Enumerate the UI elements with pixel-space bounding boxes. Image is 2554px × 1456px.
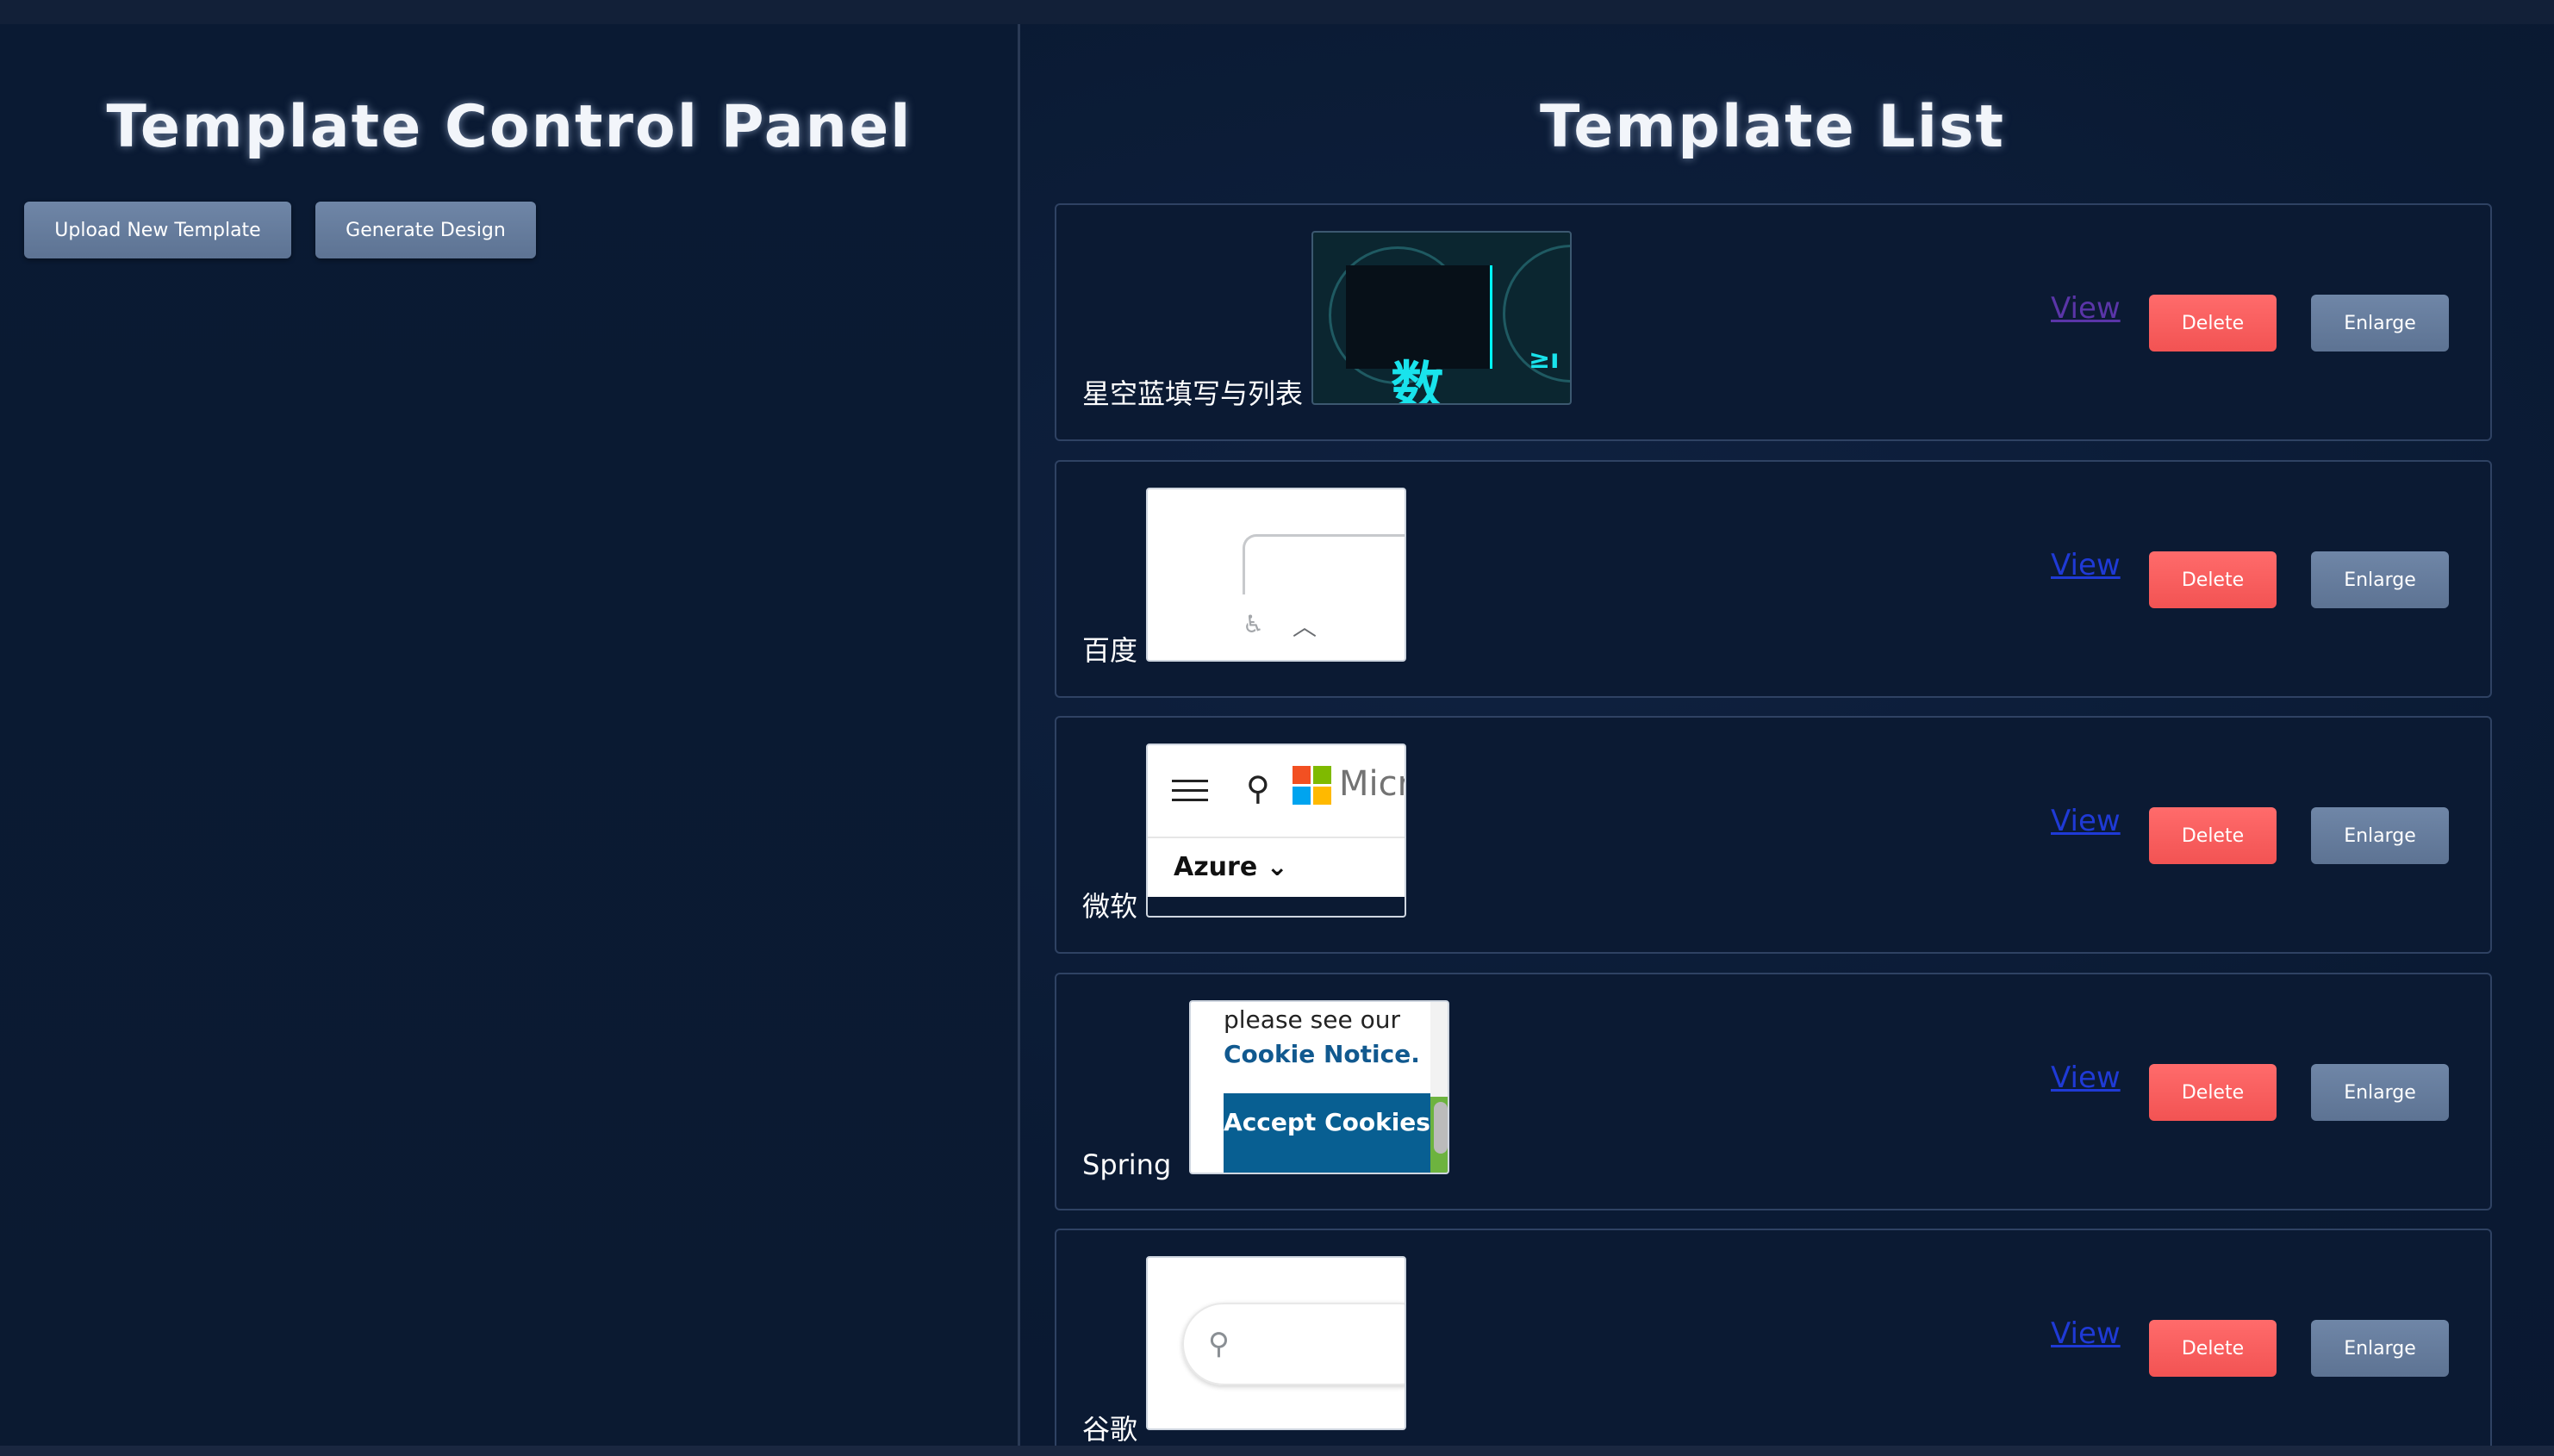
thumb-brand-text: Micr — [1339, 764, 1406, 804]
hamburger-icon — [1172, 780, 1208, 808]
upload-template-button[interactable]: Upload New Template — [24, 202, 291, 258]
enlarge-button[interactable]: Enlarge — [2311, 1064, 2449, 1121]
template-card: 百度 ♿ ︿ View Delete Enlarge — [1055, 460, 2492, 698]
thumb-accept-button: Accept Cookies — [1224, 1093, 1430, 1173]
enlarge-button[interactable]: Enlarge — [2311, 295, 2449, 352]
thumb-glyph-secondary: ≥ı — [1529, 345, 1560, 375]
thumb-cookie-link: Cookie Notice. — [1224, 1040, 1420, 1068]
view-link[interactable]: View — [2051, 804, 2121, 838]
panel-divider — [1018, 24, 1020, 1446]
delete-button[interactable]: Delete — [2149, 807, 2277, 864]
view-link[interactable]: View — [2051, 548, 2121, 582]
top-strip — [0, 0, 2554, 24]
chevron-down-icon: ⌄ — [1266, 852, 1288, 882]
template-name: 星空蓝填写与列表 — [1082, 377, 1304, 410]
bottom-strip — [0, 1446, 2554, 1456]
view-link[interactable]: View — [2051, 291, 2121, 326]
template-card: 谷歌 ⚲ View Delete Enlarge — [1055, 1229, 2492, 1456]
generate-design-button[interactable]: Generate Design — [315, 202, 536, 258]
thumb-scroll-strip — [1430, 1002, 1448, 1173]
microsoft-logo-icon — [1293, 766, 1332, 806]
control-panel-title: Template Control Panel — [106, 93, 913, 161]
template-name: 微软 — [1082, 890, 1138, 923]
thumb-menu-label: Azure ⌄ — [1174, 852, 1288, 882]
template-thumbnail[interactable]: ⚲ — [1146, 1256, 1406, 1430]
template-thumbnail[interactable]: ⚲ Micr Azure ⌄ — [1146, 744, 1406, 918]
template-card: 微软 ⚲ Micr Azure ⌄ View Delete Enlarge — [1055, 716, 2492, 954]
view-link[interactable]: View — [2051, 1061, 2121, 1095]
enlarge-button[interactable]: Enlarge — [2311, 551, 2449, 608]
template-name: 谷歌 — [1082, 1413, 1138, 1446]
thumb-cookie-text: please see our — [1224, 1005, 1400, 1034]
enlarge-button[interactable]: Enlarge — [2311, 807, 2449, 864]
view-link[interactable]: View — [2051, 1316, 2121, 1351]
template-list-title: Template List — [1539, 93, 2006, 161]
search-icon: ⚲ — [1246, 769, 1270, 807]
chevron-up-icon: ︿ — [1293, 613, 1317, 641]
delete-button[interactable]: Delete — [2149, 1320, 2277, 1377]
search-icon: ⚲ — [1208, 1327, 1230, 1361]
page: Template Control Panel Upload New Templa… — [0, 0, 2554, 1456]
delete-button[interactable]: Delete — [2149, 551, 2277, 608]
accessibility-icon: ♿ — [1243, 610, 1265, 638]
thumb-menu-text: Azure — [1174, 852, 1258, 882]
thumb-bottom-band — [1148, 897, 1405, 916]
template-name: Spring — [1082, 1148, 1172, 1181]
template-card: Spring please see our Cookie Notice. Acc… — [1055, 973, 2492, 1210]
delete-button[interactable]: Delete — [2149, 295, 2277, 352]
template-thumbnail[interactable]: 数 ≥ı — [1311, 231, 1572, 405]
enlarge-button[interactable]: Enlarge — [2311, 1320, 2449, 1377]
thumb-frame-arc — [1243, 534, 1405, 594]
thumb-glyph: 数 — [1391, 355, 1445, 405]
template-thumbnail[interactable]: please see our Cookie Notice. Accept Coo… — [1189, 1000, 1449, 1174]
template-thumbnail[interactable]: ♿ ︿ — [1146, 488, 1406, 662]
template-name: 百度 — [1082, 634, 1138, 667]
template-card: 星空蓝填写与列表 数 ≥ı View Delete Enlarge — [1055, 203, 2492, 441]
delete-button[interactable]: Delete — [2149, 1064, 2277, 1121]
